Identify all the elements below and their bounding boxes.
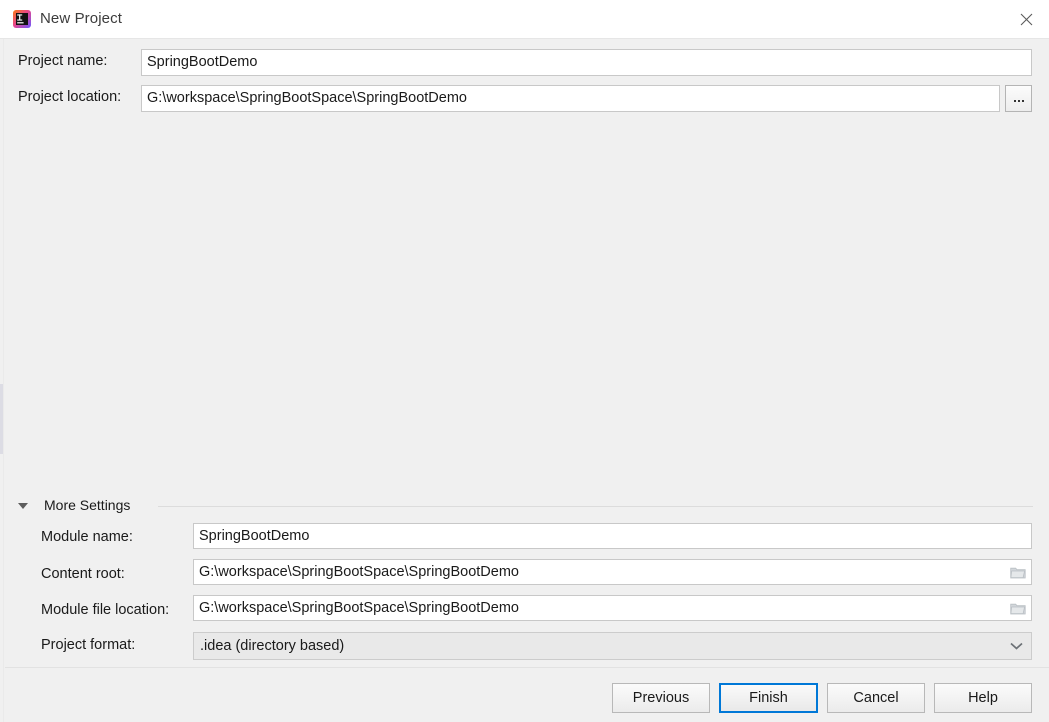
more-settings-section-header[interactable]: More Settings — [18, 497, 1033, 515]
module-file-location-browse-button[interactable] — [1005, 596, 1031, 620]
close-icon[interactable] — [1003, 0, 1049, 38]
previous-button[interactable]: Previous — [612, 683, 710, 713]
chevron-down-icon[interactable] — [18, 503, 28, 509]
finish-button[interactable]: Finish — [719, 683, 818, 713]
module-name-input[interactable]: SpringBootDemo — [193, 523, 1032, 549]
project-name-label: Project name: — [18, 53, 108, 69]
more-settings-label: More Settings — [44, 497, 131, 513]
content-root-browse-button[interactable] — [1005, 560, 1031, 584]
project-location-input[interactable]: G:\workspace\SpringBootSpace\SpringBootD… — [141, 85, 1000, 112]
folder-icon — [1010, 567, 1026, 578]
window-title: New Project — [40, 10, 122, 27]
project-location-label: Project location: — [18, 89, 122, 105]
project-format-label: Project format: — [41, 637, 136, 653]
content-root-input[interactable]: G:\workspace\SpringBootSpace\SpringBootD… — [193, 559, 1032, 585]
scrollbar-thumb-artifact[interactable] — [0, 384, 3, 454]
content-root-value: G:\workspace\SpringBootSpace\SpringBootD… — [199, 564, 519, 580]
project-format-selected-value: .idea (directory based) — [200, 638, 345, 654]
intellij-idea-icon — [13, 10, 31, 28]
close-glyph — [1020, 13, 1032, 25]
module-file-location-input[interactable]: G:\workspace\SpringBootSpace\SpringBootD… — [193, 595, 1032, 621]
window-titlebar: New Project — [0, 0, 1049, 39]
content-root-label: Content root: — [41, 566, 125, 582]
module-file-location-value: G:\workspace\SpringBootSpace\SpringBootD… — [199, 600, 519, 616]
module-name-label: Module name: — [41, 529, 133, 545]
project-format-select[interactable]: .idea (directory based) — [193, 632, 1032, 660]
chevron-down-icon[interactable] — [1010, 633, 1023, 659]
module-file-location-label: Module file location: — [41, 602, 170, 618]
dialog-left-edge — [0, 39, 4, 722]
help-button[interactable]: Help — [934, 683, 1032, 713]
ellipsis-icon — [1013, 99, 1024, 102]
footer-divider — [5, 667, 1049, 668]
section-divider — [158, 506, 1033, 507]
project-name-input[interactable]: SpringBootDemo — [141, 49, 1032, 76]
folder-icon — [1010, 603, 1026, 614]
project-location-browse-button[interactable] — [1005, 85, 1032, 112]
cancel-button[interactable]: Cancel — [827, 683, 925, 713]
